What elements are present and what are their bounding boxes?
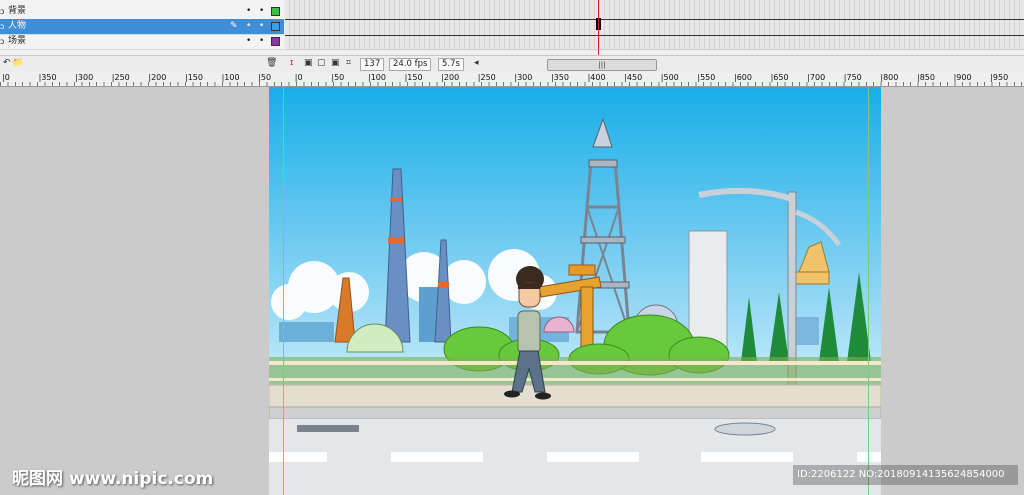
layer-name: 人物 [8,21,27,31]
watermark-site: 昵图网 www.nipic.com [12,469,214,489]
ruler-label: |200 [441,73,460,82]
layer-name: 场景 [8,36,27,46]
visibility-dot[interactable]: • [246,19,251,34]
layer-row-character[interactable]: ↄ 人物 ✎ • • [0,19,284,35]
layer-type-icon: ↄ [0,37,5,46]
lock-dot[interactable]: • [259,19,264,34]
frame-rate-field[interactable]: 24.0 fps [389,58,432,71]
layer-row-scene[interactable]: ↄ 场景 • • [0,34,284,50]
add-layer-icon[interactable]: ↶ [3,58,11,68]
lock-dot[interactable]: • [259,4,264,19]
delete-layer-icon[interactable]: 🗑 [266,58,277,68]
ruler-label: |500 [660,73,679,82]
current-frame-field: 137 [360,58,385,71]
layer-list: ↄ 背景 • • ↄ 人物 ✎ • • ↄ 场景 • • [0,0,284,50]
onion-skin-icon[interactable]: ▣ [304,58,313,68]
ruler-label: |0 [2,73,10,82]
onion-outline-icon[interactable]: ▢ [317,58,326,68]
drain-grate [297,425,359,432]
ruler-label: |350 [551,73,569,82]
frame-row[interactable] [285,4,1024,20]
ruler-label: |950 [990,73,1009,82]
watermark-id: ID:2206122 NO:20180914135624854000 [793,465,1018,485]
playhead[interactable] [598,0,599,56]
ruler-label: |100 [221,73,240,82]
manhole [714,422,776,436]
ruler-label: |200 [148,73,167,82]
layer-row-background[interactable]: ↄ 背景 • • [0,4,284,20]
guide-line[interactable] [868,87,869,495]
ruler-label: |350 [38,73,57,82]
ruler-label: |50 [331,73,345,82]
ruler-label: |850 [917,73,935,82]
horizontal-scrollbar[interactable]: ||| [547,59,657,71]
layer-type-icon: ↄ [0,22,5,31]
ruler-label: |300 [75,73,94,82]
timeline-panel: ↄ 背景 • • ↄ 人物 ✎ • • ↄ 场景 • • [0,0,1024,56]
curb [269,384,881,408]
ruler-label: |650 [770,73,789,82]
ruler-label: |550 [697,73,716,82]
layer-type-icon: ↄ [0,7,5,16]
onion-markers-icon[interactable]: ⌗ [346,58,351,68]
ruler-label: |150 [404,73,423,82]
ruler-label: |50 [258,73,272,82]
ruler-label: |250 [477,73,496,82]
sidewalk-edge [269,406,881,420]
outline-color-swatch[interactable] [271,37,280,46]
ruler-label: |900 [953,73,972,82]
ruler-label: |250 [111,73,130,82]
pencil-icon: ✎ [230,21,238,31]
ruler-label: |0 [294,73,303,82]
frame-grid[interactable] [285,0,1024,50]
visibility-dot[interactable]: • [246,4,251,19]
outline-color-swatch[interactable] [271,7,280,16]
ruler-label: |300 [514,73,533,82]
frame-row[interactable] [285,34,1024,50]
guide-line[interactable] [283,87,284,495]
visibility-dot[interactable]: • [246,34,251,49]
ruler-label: |800 [880,73,899,82]
center-frame-icon[interactable]: ɪ [290,58,293,68]
outline-color-swatch[interactable] [271,22,280,31]
ruler-label: |750 [843,73,862,82]
chimney [688,230,728,352]
ruler-label: |100 [368,73,386,82]
ruler-label: |450 [624,73,643,82]
layer-name: 背景 [8,6,27,16]
ruler-label: |600 [734,73,752,82]
ruler-label: |400 [587,73,606,82]
timeline-status-bar: ↶ 📁 🗑 ɪ ▣ ▢ ▣ ⌗ 137 24.0 fps 5.7s ◂ ||| [0,55,1024,72]
elapsed-time-field: 5.7s [438,58,464,71]
edit-multiple-icon[interactable]: ▣ [331,58,340,68]
lock-dot[interactable]: • [259,34,264,49]
stage-canvas[interactable] [269,87,881,495]
scroll-left-icon[interactable]: ◂ [474,58,479,68]
horizontal-ruler: |0 |350 |300 |250 |200 |150 |100 |50 |0 |50 |100 |1… [0,72,1024,87]
folder-icon[interactable]: 📁 [12,58,23,68]
ruler-label: |700 [807,73,826,82]
ruler-label: |150 [185,73,203,82]
